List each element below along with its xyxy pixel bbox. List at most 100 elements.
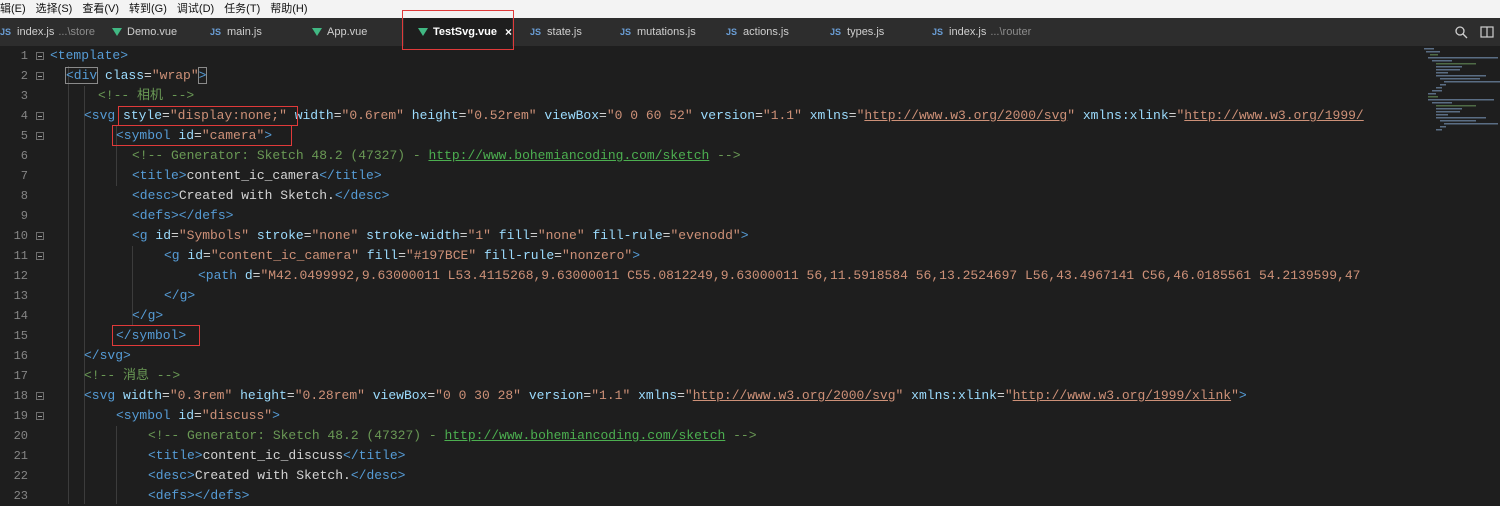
open-changes-icon[interactable] (1454, 25, 1468, 39)
menu-tasks[interactable]: 任务(T) (219, 0, 265, 18)
line-number: 11 (13, 249, 28, 263)
tab-label: index.js (17, 26, 55, 38)
code-link[interactable]: http://www.w3.org/2000/svg (693, 388, 896, 403)
code-string: "camera" (201, 128, 265, 143)
code-link[interactable]: http://www.w3.org/2000/svg (864, 108, 1067, 123)
tab-index-router[interactable]: JS index.js ...\router (932, 18, 1072, 46)
line-number-gutter: 1 2 3 4 5 6 7 8 9 10 11 12 13 14 15 16 1… (0, 46, 50, 504)
code-tag: <symbol (116, 128, 171, 143)
code-comment: <!-- 相机 --> (98, 88, 195, 103)
code-attr: id (178, 408, 195, 423)
code-attr: height (411, 108, 459, 123)
tab-types-js[interactable]: JS types.js (830, 18, 932, 46)
menu-edit[interactable]: 辑(E) (0, 0, 31, 18)
code-tag: <symbol (116, 408, 171, 423)
code-tag: <g (132, 228, 148, 243)
fold-toggle-icon[interactable] (36, 132, 44, 140)
code-tag: <g (164, 248, 180, 263)
line-number: 22 (13, 469, 28, 483)
code-tag: </svg> (84, 348, 131, 363)
menu-debug[interactable]: 调试(D) (172, 0, 219, 18)
line-number: 14 (13, 309, 28, 323)
tab-app-vue[interactable]: App.vue (312, 18, 404, 46)
code-tag: <defs></defs> (148, 488, 250, 503)
menu-help[interactable]: 帮助(H) (265, 0, 312, 18)
vue-file-icon (418, 28, 428, 36)
tab-testsvg-vue[interactable]: TestSvg.vue × (402, 10, 514, 50)
code-tag: > (632, 248, 641, 263)
indent-guide (84, 86, 85, 504)
code-tag: </title> (319, 168, 382, 183)
code-tag: <svg (84, 388, 116, 403)
tab-demo-vue[interactable]: Demo.vue (112, 18, 210, 46)
fold-toggle-icon[interactable] (36, 412, 44, 420)
tab-label: main.js (227, 26, 262, 38)
tab-label: mutations.js (637, 26, 696, 38)
tab-main-js[interactable]: JS main.js (210, 18, 312, 46)
tab-label: index.js (949, 26, 987, 38)
code-link[interactable]: http://www.w3.org/1999/ (1184, 108, 1363, 123)
line-number: 20 (13, 429, 28, 443)
code-link[interactable]: http://www.bohemiancoding.com/sketch (428, 148, 709, 163)
code-attr: width (123, 388, 163, 403)
minimap-preview (1424, 48, 1500, 131)
code-text: Created with Sketch. (194, 468, 351, 483)
code-tag: </desc> (350, 468, 406, 483)
code-line-18: <svg width="0.3rem" height="0.28rem" vie… (84, 388, 1247, 403)
code-attr: id (187, 248, 204, 263)
tab-index-store[interactable]: JS index.js ...\store (0, 18, 112, 46)
fold-toggle-icon[interactable] (36, 232, 44, 240)
menu-view[interactable]: 查看(V) (77, 0, 124, 18)
tab-state-js[interactable]: JS state.js (520, 18, 620, 46)
fold-toggle-icon[interactable] (36, 392, 44, 400)
tab-actions-js[interactable]: JS actions.js (726, 18, 830, 46)
fold-toggle-icon[interactable] (36, 252, 44, 260)
js-file-icon: JS (830, 27, 842, 37)
fold-toggle-icon[interactable] (36, 112, 44, 120)
code-string: "Symbols" (178, 228, 250, 243)
code-attr: id (178, 128, 195, 143)
menu-goto[interactable]: 转到(G) (124, 0, 172, 18)
tab-label: state.js (547, 26, 582, 38)
close-icon[interactable]: × (505, 25, 512, 39)
code-text: Created with Sketch. (178, 188, 335, 203)
line-number: 21 (13, 449, 28, 463)
fold-toggle-icon[interactable] (36, 72, 44, 80)
code-attr: d (244, 268, 253, 283)
code-line-16: </svg> (84, 346, 131, 366)
code-string: "0 0 30 28" (435, 388, 521, 403)
code-tag: <title> (132, 168, 187, 183)
code-link[interactable]: http://www.bohemiancoding.com/sketch (444, 428, 725, 443)
code-string: "wrap" (151, 68, 199, 83)
code-editor[interactable]: 1 2 3 4 5 6 7 8 9 10 11 12 13 14 15 16 1… (0, 46, 1500, 504)
line-number: 2 (20, 69, 28, 83)
code-string: "0.6rem" (341, 108, 404, 123)
code-tag: > (272, 408, 280, 423)
js-file-icon: JS (210, 27, 222, 37)
code-attr: fill (366, 248, 399, 263)
code-attr: height (240, 388, 287, 403)
line-number: 19 (13, 409, 28, 423)
code-string: "M42.0499992,9.63000011 L53.4115268,9.63… (260, 268, 1361, 283)
code-string: "nonzero" (561, 248, 633, 263)
tab-label: types.js (847, 26, 885, 38)
code-attr: fill-rule (592, 228, 663, 243)
split-editor-icon[interactable] (1480, 25, 1494, 39)
js-file-icon: JS (726, 27, 738, 37)
line-number: 1 (20, 49, 28, 63)
code-string: "1" (467, 228, 491, 243)
fold-toggle-icon[interactable] (36, 52, 44, 60)
code-area[interactable]: <template> <div class="wrap"> <!-- 相机 --… (50, 46, 1420, 504)
code-line-1: <template> (50, 46, 128, 66)
code-tag: </g> (164, 288, 196, 303)
tab-mutations-js[interactable]: JS mutations.js (620, 18, 726, 46)
menu-bar: 辑(E) 选择(S) 查看(V) 转到(G) 调试(D) 任务(T) 帮助(H) (0, 0, 1500, 18)
code-tag: </g> (132, 308, 164, 323)
code-attr: xmlns:xlink (911, 388, 997, 403)
minimap[interactable] (1420, 46, 1500, 504)
code-attr: fill (498, 228, 530, 243)
line-number: 5 (20, 129, 28, 143)
code-attr: viewBox (544, 108, 600, 123)
code-link[interactable]: http://www.w3.org/1999/xlink (1013, 388, 1231, 403)
menu-selection[interactable]: 选择(S) (31, 0, 78, 18)
